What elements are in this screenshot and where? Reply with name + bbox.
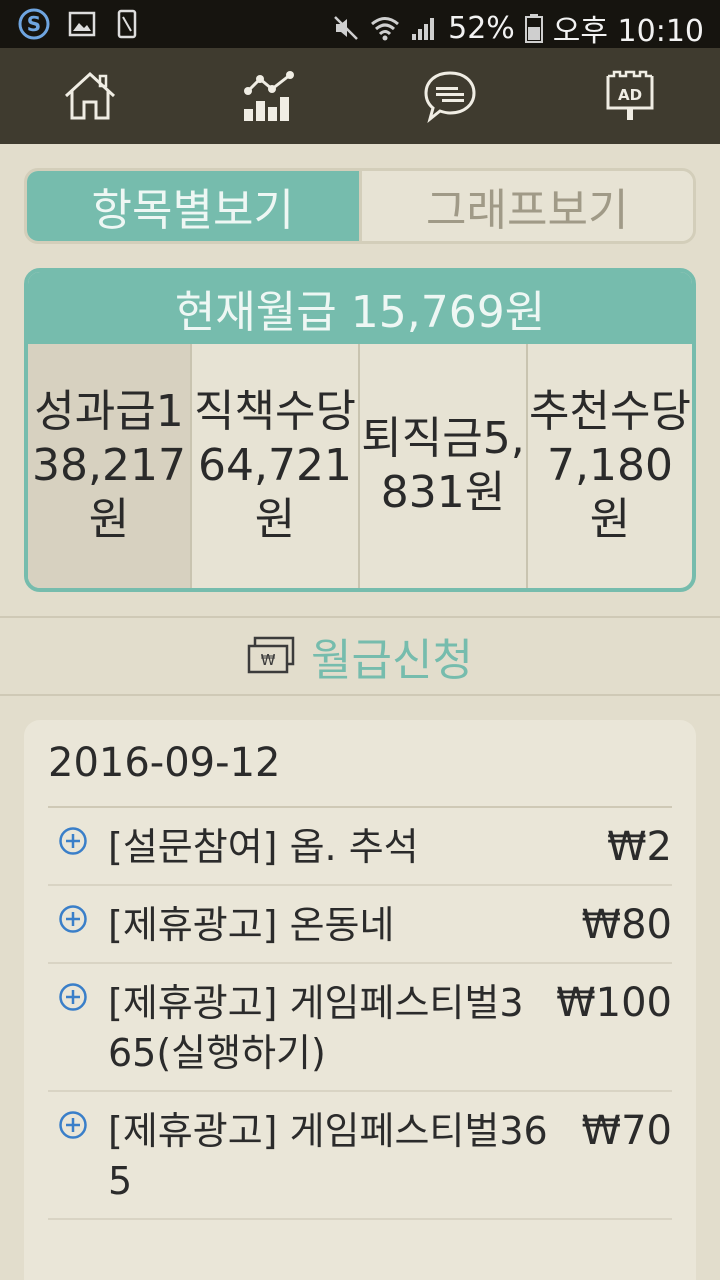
nav-stats-button[interactable] <box>180 48 360 144</box>
view-tabs: 항목별보기 그래프보기 <box>24 168 696 244</box>
signal-icon <box>410 14 438 42</box>
history-date: 2016-09-12 <box>48 720 672 808</box>
plus-circle-icon[interactable] <box>48 978 108 1016</box>
clock: 오후 10:10 <box>552 14 704 49</box>
entry-amount: ₩100 <box>556 980 672 1026</box>
entry-amount: ₩2 <box>607 824 672 870</box>
salary-item-referral-allowance[interactable]: 추천수당7,180원 <box>528 344 692 588</box>
history-entry[interactable]: [제휴광고] 게임페스티벌365 ₩70 <box>48 1092 672 1220</box>
phone-icon <box>114 9 140 39</box>
svg-text:S: S <box>27 12 41 36</box>
tab-by-item[interactable]: 항목별보기 <box>27 171 359 241</box>
nav-ad-button[interactable]: AD <box>540 48 720 144</box>
s-app-icon: S <box>18 8 50 40</box>
salary-item-severance[interactable]: 퇴직금5,831원 <box>360 344 528 588</box>
salary-item-performance-bonus[interactable]: 성과급138,217원 <box>28 344 192 588</box>
salary-request-button[interactable]: ₩ 월급신청 <box>0 616 720 696</box>
mute-icon <box>332 14 360 42</box>
ad-icon: AD <box>606 70 654 120</box>
image-icon <box>68 10 96 38</box>
chart-icon <box>244 71 294 121</box>
plus-circle-icon[interactable] <box>48 1106 108 1144</box>
salary-breakdown: 성과급138,217원 직책수당64,721원 퇴직금5,831원 추천수당7,… <box>28 344 692 588</box>
status-bar: S 52% 오후 10:10 <box>0 0 720 49</box>
plus-circle-icon[interactable] <box>48 900 108 938</box>
history-entry[interactable]: [제휴광고] 게임페스티벌365(실행하기) ₩100 <box>48 964 672 1092</box>
nav-home-button[interactable] <box>0 48 180 144</box>
current-salary-header: 현재월급 15,769원 <box>28 272 692 344</box>
money-icon: ₩ <box>247 636 295 674</box>
chat-icon <box>424 71 476 123</box>
salary-item-position-allowance[interactable]: 직책수당64,721원 <box>192 344 360 588</box>
entry-amount: ₩70 <box>581 1108 672 1154</box>
svg-text:AD: AD <box>618 86 642 104</box>
history-entry[interactable]: [설문참여] 옵. 추석 ₩2 <box>48 808 672 886</box>
history-card: 2016-09-12 [설문참여] 옵. 추석 ₩2 [제휴광고] 온동네 ₩8… <box>24 720 696 1280</box>
battery-icon <box>524 13 543 43</box>
wifi-icon <box>370 14 400 42</box>
entry-title: [제휴광고] 게임페스티벌365(실행하기) <box>108 981 524 1075</box>
tab-graph[interactable]: 그래프보기 <box>358 171 693 241</box>
entry-title: [설문참여] 옵. 추석 <box>108 825 419 869</box>
plus-circle-icon[interactable] <box>48 822 108 860</box>
salary-request-label: 월급신청 <box>311 635 473 686</box>
battery-percent: 52% <box>448 10 515 46</box>
nav-chat-button[interactable] <box>360 48 540 144</box>
svg-text:₩: ₩ <box>261 651 276 669</box>
entry-title: [제휴광고] 게임페스티벌365 <box>108 1109 548 1203</box>
nav-bar: AD <box>0 48 720 144</box>
salary-card: 현재월급 15,769원 성과급138,217원 직책수당64,721원 퇴직금… <box>24 268 696 592</box>
entry-amount: ₩80 <box>581 902 672 948</box>
history-entry[interactable]: [제휴광고] 온동네 ₩80 <box>48 886 672 964</box>
entry-title: [제휴광고] 온동네 <box>108 903 395 947</box>
home-icon <box>64 71 116 120</box>
